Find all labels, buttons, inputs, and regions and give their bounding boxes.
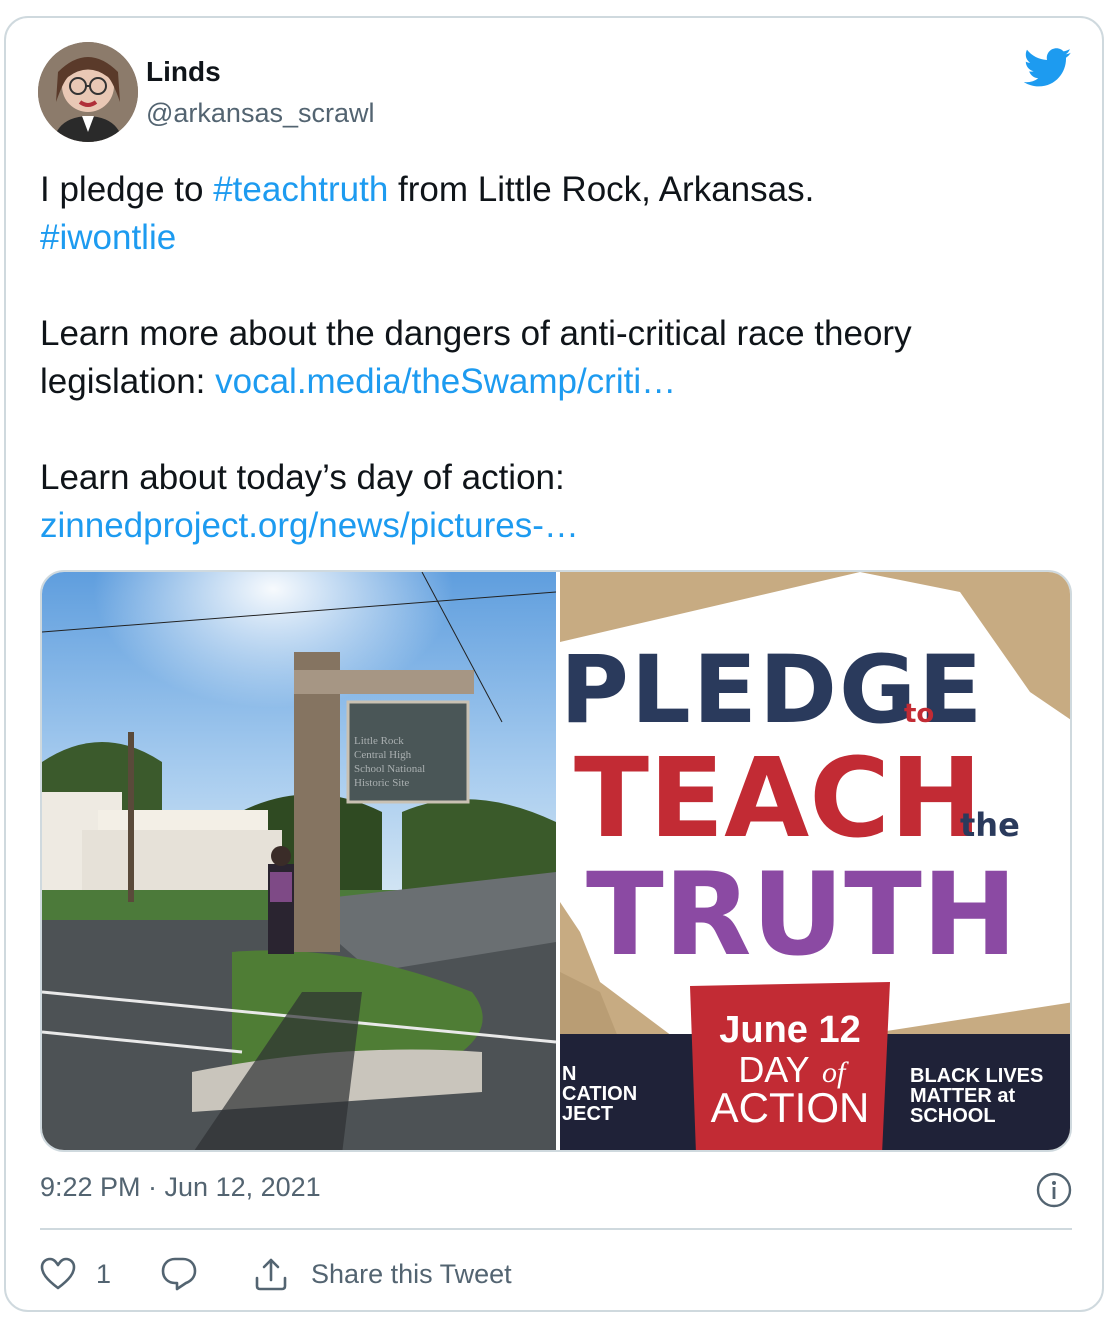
poster-right-org-2: MATTER at [910, 1085, 1016, 1107]
author-handle[interactable]: @arkansas_scrawl [146, 98, 375, 129]
poster-right-org-1: BLACK LIVES [910, 1065, 1043, 1087]
sign-text-3: School National [354, 763, 425, 775]
poster-the-text: the [960, 806, 1020, 844]
tweet-media: Little Rock Central High School National… [40, 570, 1072, 1152]
poster-left-org-1: N [562, 1063, 576, 1085]
poster-date-text: June 12 [719, 1009, 861, 1051]
photo-historic-site[interactable]: Little Rock Central High School National… [42, 572, 557, 1150]
share-label: Share this Tweet [311, 1258, 512, 1289]
sign-text-1: Little Rock [354, 735, 404, 747]
poster-left-org-3: JECT [562, 1103, 613, 1125]
reply-icon [161, 1257, 197, 1291]
vocal-media-link[interactable]: vocal.media/theSwamp/criti… [215, 362, 676, 401]
poster-truth-text: TRUTH [586, 848, 1017, 981]
tweet-timestamp[interactable]: 9:22 PM · Jun 12, 2021 [40, 1172, 321, 1203]
hashtag-iwontlie-link[interactable]: #iwontlie [40, 218, 176, 257]
poster-action-text: ACTION [711, 1084, 870, 1131]
photo-image: Little Rock Central High School National… [42, 572, 557, 1150]
tweet-actions: 1 Share this Tweet [40, 1254, 512, 1294]
like-count: 1 [96, 1258, 112, 1289]
twitter-bird-icon[interactable] [1024, 48, 1072, 88]
sign-text-4: Historic Site [354, 777, 409, 789]
tweet-paragraph-1: I pledge to #teachtruth from Little Rock… [40, 166, 1070, 262]
avatar[interactable] [38, 42, 138, 142]
poster-left-org-2: CATION [562, 1083, 637, 1105]
reply-button[interactable] [161, 1256, 197, 1292]
sign-text-2: Central High [354, 749, 412, 761]
divider [40, 1228, 1072, 1230]
tweet-text: I pledge to #teachtruth from Little Rock… [40, 166, 1070, 550]
text-segment: I pledge to [40, 170, 214, 209]
poster-pledge-teach-truth[interactable]: PLEDGE to TEACH the TRUTH June 12 DAY of… [560, 572, 1070, 1150]
text-segment: Learn about today’s day of action: [40, 458, 565, 497]
share-button[interactable]: Share this Tweet [253, 1256, 512, 1292]
author-name[interactable]: Linds [146, 56, 221, 88]
text-segment: from Little Rock, Arkansas. [388, 170, 815, 209]
zinnedproject-link[interactable]: zinnedproject.org/news/pictures-… [40, 506, 579, 545]
tweet-paragraph-3: Learn about today’s day of action: zinne… [40, 454, 1070, 550]
poster-right-org-3: SCHOOL [910, 1105, 996, 1127]
hashtag-teachtruth-link[interactable]: #teachtruth [213, 170, 388, 209]
heart-icon [40, 1257, 76, 1290]
poster-teach-text: TEACH [574, 734, 982, 862]
tweet-card: Linds @arkansas_scrawl I pledge to #teac… [4, 16, 1104, 1312]
poster-to-text: to [904, 699, 934, 729]
share-icon [255, 1258, 287, 1291]
tweet-paragraph-2: Learn more about the dangers of anti-cri… [40, 310, 1070, 406]
avatar-image [38, 42, 138, 142]
info-icon[interactable] [1036, 1172, 1072, 1208]
poster-image: PLEDGE to TEACH the TRUTH June 12 DAY of… [560, 572, 1070, 1150]
like-button[interactable]: 1 [40, 1257, 161, 1291]
